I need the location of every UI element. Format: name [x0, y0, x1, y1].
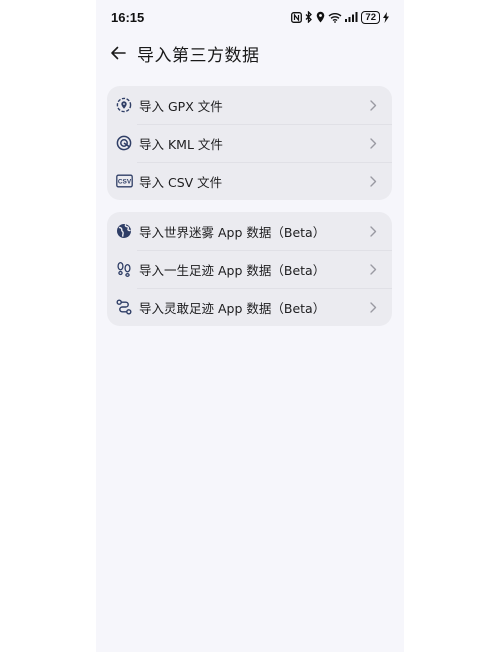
- import-fog-of-world-label: 导入世界迷雾 App 数据（Beta）: [139, 224, 326, 240]
- globe-icon: [115, 222, 133, 240]
- arrow-left-icon: [110, 46, 126, 60]
- route-icon: [115, 298, 133, 316]
- wifi-icon: [328, 12, 342, 23]
- header: 导入第三方数据: [96, 36, 404, 70]
- csv-file-icon: CSV: [115, 172, 133, 190]
- page-title: 导入第三方数据: [137, 45, 260, 66]
- import-lifetime-footprint-label: 导入一生足迹 App 数据（Beta）: [139, 262, 326, 278]
- import-csv-item[interactable]: CSV 导入 CSV 文件: [107, 162, 392, 200]
- import-gpx-item[interactable]: 导入 GPX 文件: [107, 86, 392, 124]
- map-pin-icon: [115, 96, 133, 114]
- nfc-icon: [291, 11, 303, 23]
- battery-icon: 72: [361, 10, 380, 24]
- chevron-right-icon: [366, 263, 380, 275]
- import-linggan-footprint-label: 导入灵敢足迹 App 数据（Beta）: [139, 300, 326, 316]
- import-linggan-footprint-item[interactable]: 导入灵敢足迹 App 数据（Beta）: [107, 288, 392, 326]
- import-csv-label: 导入 CSV 文件: [139, 174, 223, 190]
- chevron-right-icon: [366, 137, 380, 149]
- status-bar: 16:15 72: [96, 0, 404, 34]
- location-icon: [316, 11, 325, 23]
- bluetooth-icon: [305, 11, 313, 23]
- import-fog-of-world-item[interactable]: 导入世界迷雾 App 数据（Beta）: [107, 212, 392, 250]
- footprints-icon: [115, 260, 133, 278]
- signal-icon: [345, 12, 358, 22]
- chevron-right-icon: [366, 175, 380, 187]
- chevron-right-icon: [366, 225, 380, 237]
- import-lifetime-footprint-item[interactable]: 导入一生足迹 App 数据（Beta）: [107, 250, 392, 288]
- charging-icon: [383, 11, 389, 23]
- back-button[interactable]: [108, 43, 128, 63]
- chevron-right-icon: [366, 99, 380, 111]
- status-time: 16:15: [111, 9, 145, 25]
- import-kml-label: 导入 KML 文件: [139, 136, 223, 152]
- import-gpx-label: 导入 GPX 文件: [139, 98, 223, 114]
- chevron-right-icon: [366, 301, 380, 313]
- phone-screen: 16:15 72 导入第三方数据 导入 GPX 文件 导入 KML 文件 CSV…: [96, 0, 404, 652]
- svg-text:CSV: CSV: [117, 179, 131, 186]
- target-icon: [115, 134, 133, 152]
- file-import-group: 导入 GPX 文件 导入 KML 文件 CSV 导入 CSV 文件: [107, 86, 392, 200]
- app-import-group: 导入世界迷雾 App 数据（Beta） 导入一生足迹 App 数据（Beta） …: [107, 212, 392, 326]
- status-icons: 72: [291, 10, 389, 24]
- import-kml-item[interactable]: 导入 KML 文件: [107, 124, 392, 162]
